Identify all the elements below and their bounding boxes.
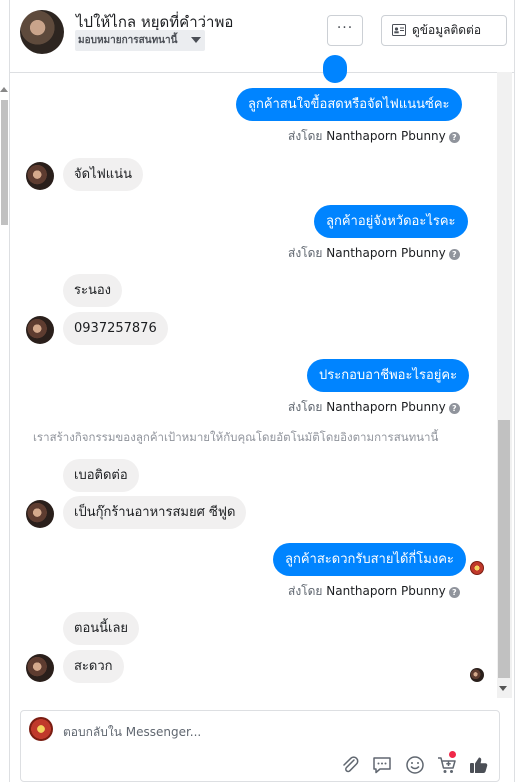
message-text: ระนอง [74, 283, 112, 298]
panel-divider-right [514, 0, 515, 782]
view-contact-label: ดูข้อมูลติดต่อ [412, 23, 482, 37]
message-text: เป็นกุ๊กร้านอาหารสมยศ ซีฟูด [74, 505, 236, 520]
contact-chat-avatar[interactable] [26, 654, 54, 682]
message-bubble-outgoing[interactable]: ลูกค้าสนใจขื้อสดหรือจัดไฟแนนซ์คะ [236, 88, 462, 121]
sender-name: Nanthaporn Pbunny [326, 400, 446, 414]
conversation-header: ไปให้ไกล หยุดที่คำว่าพอ มอบหมายการสนทนาน… [10, 0, 514, 73]
seen-by-page-avatar [470, 561, 484, 575]
reply-input[interactable] [63, 721, 483, 743]
sent-by-label: ส่งโดย Nanthaporn Pbunny? [288, 127, 460, 146]
notification-dot [449, 751, 456, 758]
contact-card-icon [392, 24, 406, 36]
contact-chat-avatar[interactable] [26, 162, 54, 190]
message-text: ลูกค้าสนใจขื้อสดหรือจัดไฟแนนซ์คะ [248, 97, 450, 112]
message-text: ลูกค้าสะดวกรับสายได้กี่โมงคะ [285, 552, 454, 567]
panel-divider-left [9, 0, 10, 782]
sender-name: Nanthaporn Pbunny [326, 584, 446, 598]
cart-icon [438, 757, 456, 773]
message-bubble-incoming[interactable]: 0937257876 [63, 312, 168, 345]
sent-by-prefix: ส่งโดย [288, 246, 323, 260]
message-text: สะดวก [74, 659, 113, 674]
assign-conversation-dropdown[interactable]: มอบหมายการสนทนานี้ [75, 30, 206, 51]
cart-button[interactable] [436, 751, 458, 776]
message-bubble-outgoing[interactable]: ประกอบอาชีพอะไรอยู่คะ [307, 359, 470, 392]
message-bubble-outgoing[interactable]: ลูกค้าสะดวกรับสายได้กี่โมงคะ [273, 543, 466, 576]
contact-chat-avatar[interactable] [26, 500, 54, 528]
seen-by-contact-avatar [470, 668, 484, 682]
message-bubble-incoming[interactable]: ตอนนี้เลย [63, 612, 140, 645]
sidebar-scrollbar-thumb[interactable] [1, 100, 8, 225]
message-text: 0937257876 [74, 321, 157, 336]
message-text: เบอติดต่อ [74, 468, 128, 483]
attachment-icon[interactable] [339, 754, 361, 776]
sent-by-prefix: ส่งโดย [288, 129, 323, 143]
scroll-down-arrow-icon[interactable] [499, 686, 507, 691]
like-icon[interactable] [468, 754, 490, 776]
info-icon[interactable]: ? [448, 587, 460, 598]
info-icon[interactable]: ? [448, 249, 460, 260]
emoji-icon[interactable] [404, 754, 426, 776]
caret-down-icon [191, 37, 202, 43]
message-bubble-incoming[interactable]: เบอติดต่อ [63, 459, 139, 492]
scroll-up-arrow-icon[interactable] [0, 87, 8, 92]
message-bubble-incoming[interactable]: จัดไฟแน่น [63, 158, 143, 191]
sender-name: Nanthaporn Pbunny [326, 246, 446, 260]
message-bubble-outgoing[interactable]: ลูกค้าอยู่จังหวัดอะไรคะ [314, 205, 468, 238]
contact-avatar[interactable] [20, 10, 64, 54]
message-text: ตอนนี้เลย [74, 621, 129, 636]
page-avatar [29, 717, 53, 741]
saved-reply-icon[interactable] [371, 754, 393, 776]
message-bubble-incoming[interactable]: ระนอง [63, 274, 123, 307]
message-bubble-incoming[interactable]: เป็นกุ๊กร้านอาหารสมยศ ซีฟูด [63, 496, 247, 529]
sender-name: Nanthaporn Pbunny [326, 129, 446, 143]
assign-conversation-label: มอบหมายการสนทนานี้ [78, 35, 178, 46]
message-text: ประกอบอาชีพอะไรอยู่คะ [319, 368, 458, 383]
sent-by-label: ส่งโดย Nanthaporn Pbunny? [288, 582, 460, 601]
chat-scrollbar-thumb[interactable] [498, 420, 510, 678]
message-bubble-incoming[interactable]: สะดวก [63, 650, 124, 683]
lead-activity-notice: เราสร้างกิจกรรมของลูกค้าเป้าหมายให้กับคุ… [33, 430, 439, 444]
message-bubble-outgoing-partial[interactable] [323, 55, 347, 83]
info-icon[interactable]: ? [448, 132, 460, 143]
sent-by-label: ส่งโดย Nanthaporn Pbunny? [288, 398, 460, 417]
more-options-button[interactable]: ··· [327, 15, 363, 46]
reply-composer [20, 710, 500, 782]
view-contact-button[interactable]: ดูข้อมูลติดต่อ [381, 15, 507, 46]
more-icon: ··· [336, 20, 354, 36]
message-text: จัดไฟแน่น [74, 167, 132, 182]
sent-by-prefix: ส่งโดย [288, 584, 323, 598]
contact-chat-avatar[interactable] [26, 316, 54, 344]
sent-by-prefix: ส่งโดย [288, 400, 323, 414]
message-text: ลูกค้าอยู่จังหวัดอะไรคะ [326, 214, 456, 229]
sent-by-label: ส่งโดย Nanthaporn Pbunny? [288, 244, 460, 263]
info-icon[interactable]: ? [448, 403, 460, 414]
